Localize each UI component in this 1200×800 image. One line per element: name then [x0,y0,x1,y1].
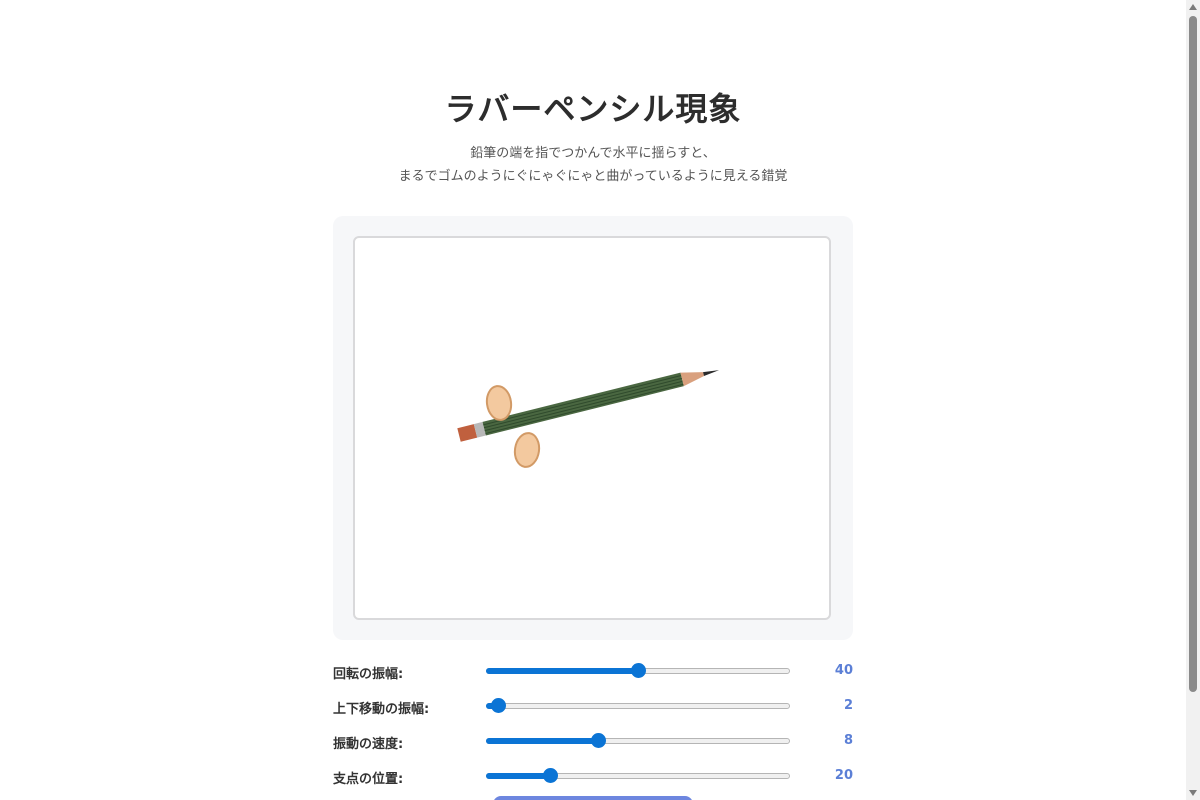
animation-panel [333,216,853,640]
control-value: 40 [834,663,853,678]
page-description: 鉛筆の端を指でつかんで水平に揺らすと、 まるでゴムのようにぐにゃぐにゃと曲がって… [0,142,1186,188]
slider-track [486,703,790,709]
speed-slider[interactable] [486,733,790,748]
control-value: 2 [843,698,853,713]
description-line-1: 鉛筆の端を指でつかんで水平に揺らすと、 [470,146,716,161]
slider-fill [486,668,638,674]
control-label: 上下移動の振幅: [333,702,430,717]
page: ラバーペンシル現象 鉛筆の端を指でつかんで水平に揺らすと、 まるでゴムのようにぐ… [0,0,1200,800]
scroll-down-icon[interactable] [1189,790,1197,796]
description-line-2: まるでゴムのようにぐにゃぐにゃと曲がっているように見える錯覚 [398,169,788,184]
control-pivot-position: 支点の位置: 20 [333,759,853,794]
animation-canvas [353,236,831,620]
control-label: 回転の振幅: [333,667,404,682]
slider-thumb[interactable] [491,698,506,713]
control-speed: 振動の速度: 8 [333,724,853,759]
page-title: ラバーペンシル現象 [444,90,742,128]
control-label: 振動の速度: [333,737,404,752]
slider-fill [486,773,550,779]
scroll-up-icon[interactable] [1189,4,1197,10]
slider-thumb[interactable] [631,663,646,678]
scrollbar-thumb[interactable] [1189,16,1197,692]
slider-fill [486,738,598,744]
control-value: 8 [843,733,853,748]
rotation-amplitude-slider[interactable] [486,663,790,678]
pivot-position-slider[interactable] [486,768,790,783]
start-button[interactable] [493,796,693,800]
control-rotation-amplitude: 回転の振幅: 40 [333,654,853,689]
pencil-illustration [457,370,720,468]
controls: 回転の振幅: 40 上下移動の振幅: 2 振動の速度: 8 支点の位置: 20 [333,654,853,794]
control-value: 20 [834,768,853,783]
control-vertical-amplitude: 上下移動の振幅: 2 [333,689,853,724]
slider-thumb[interactable] [543,768,558,783]
scrollbar[interactable] [1186,0,1200,800]
vertical-amplitude-slider[interactable] [486,698,790,713]
slider-thumb[interactable] [591,733,606,748]
control-label: 支点の位置: [333,772,404,787]
